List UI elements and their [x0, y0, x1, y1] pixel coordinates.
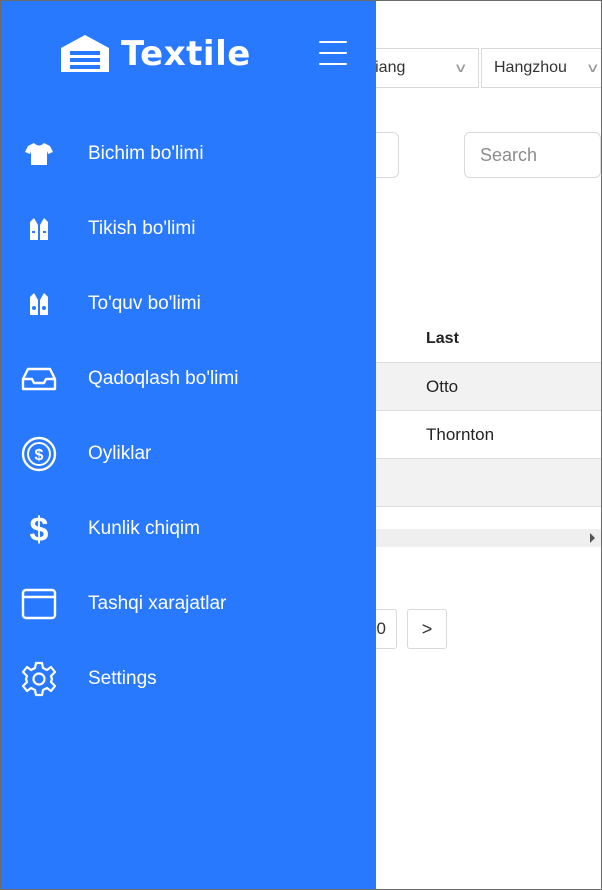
table-cell-last: Otto — [426, 376, 459, 396]
chevron-down-icon: ∨ — [586, 60, 601, 75]
city-select[interactable]: Hangzhou ∨ — [481, 48, 601, 88]
sidebar-item-label: Settings — [88, 667, 157, 689]
tshirt-icon — [1, 134, 77, 174]
sidebar-item-qadoqlash[interactable]: Qadoqlash bo'limi — [1, 341, 376, 416]
hamburger-line — [319, 52, 347, 54]
warehouse-icon — [59, 32, 111, 77]
sidebar-item-kunlik-chiqim[interactable]: $ Kunlik chiqim — [1, 491, 376, 566]
sidebar-item-label: To'quv bo'limi — [88, 292, 201, 314]
vest-patch-icon — [1, 284, 77, 324]
sidebar-item-tikish[interactable]: Tikish bo'limi — [1, 191, 376, 266]
sidebar-item-label: Tashqi xarajatlar — [88, 592, 227, 614]
sidebar-item-toquv[interactable]: To'quv bo'limi — [1, 266, 376, 341]
hamburger-line — [319, 41, 347, 43]
dollar-icon: $ — [1, 509, 77, 549]
sidebar-item-label: Tikish bo'limi — [88, 217, 196, 239]
sidebar-drawer: Textile Bichim bo'limi Tikish bo'limi To… — [1, 1, 376, 889]
sidebar-item-label: Bichim bo'limi — [88, 142, 204, 164]
sidebar-item-oyliklar[interactable]: $ Oyliklar — [1, 416, 376, 491]
search-input[interactable] — [464, 132, 601, 178]
sidebar-item-tashqi-xarajatlar[interactable]: Tashqi xarajatlar — [1, 566, 376, 641]
scroll-right-icon[interactable] — [590, 533, 595, 543]
gear-icon — [1, 659, 77, 699]
sidebar-item-label: Qadoqlash bo'limi — [88, 367, 239, 389]
chevron-right-icon: > — [421, 618, 433, 639]
window-icon — [1, 584, 77, 624]
pagination-next-button[interactable]: > — [407, 609, 447, 649]
menu-toggle-button[interactable] — [319, 41, 347, 65]
sidebar-item-label: Kunlik chiqim — [88, 517, 200, 539]
table-cell-last: Thornton — [426, 424, 495, 444]
chevron-down-icon: ∨ — [454, 60, 469, 75]
vest-icon — [1, 209, 77, 249]
brand[interactable]: Textile — [59, 32, 251, 76]
app-title: Textile — [121, 34, 251, 74]
sidebar-menu: Bichim bo'limi Tikish bo'limi To'quv bo'… — [1, 116, 376, 716]
svg-text:$: $ — [30, 511, 49, 547]
city-select-value: Hangzhou — [494, 59, 567, 76]
sidebar-item-label: Oyliklar — [88, 442, 152, 464]
svg-text:$: $ — [35, 447, 44, 464]
hamburger-line — [319, 63, 347, 65]
dollar-circle-icon: $ — [1, 434, 77, 474]
sidebar-item-bichim[interactable]: Bichim bo'limi — [1, 116, 376, 191]
inbox-tray-icon — [1, 359, 77, 399]
sidebar-item-settings[interactable]: Settings — [1, 641, 376, 716]
column-header: Last — [426, 330, 459, 347]
